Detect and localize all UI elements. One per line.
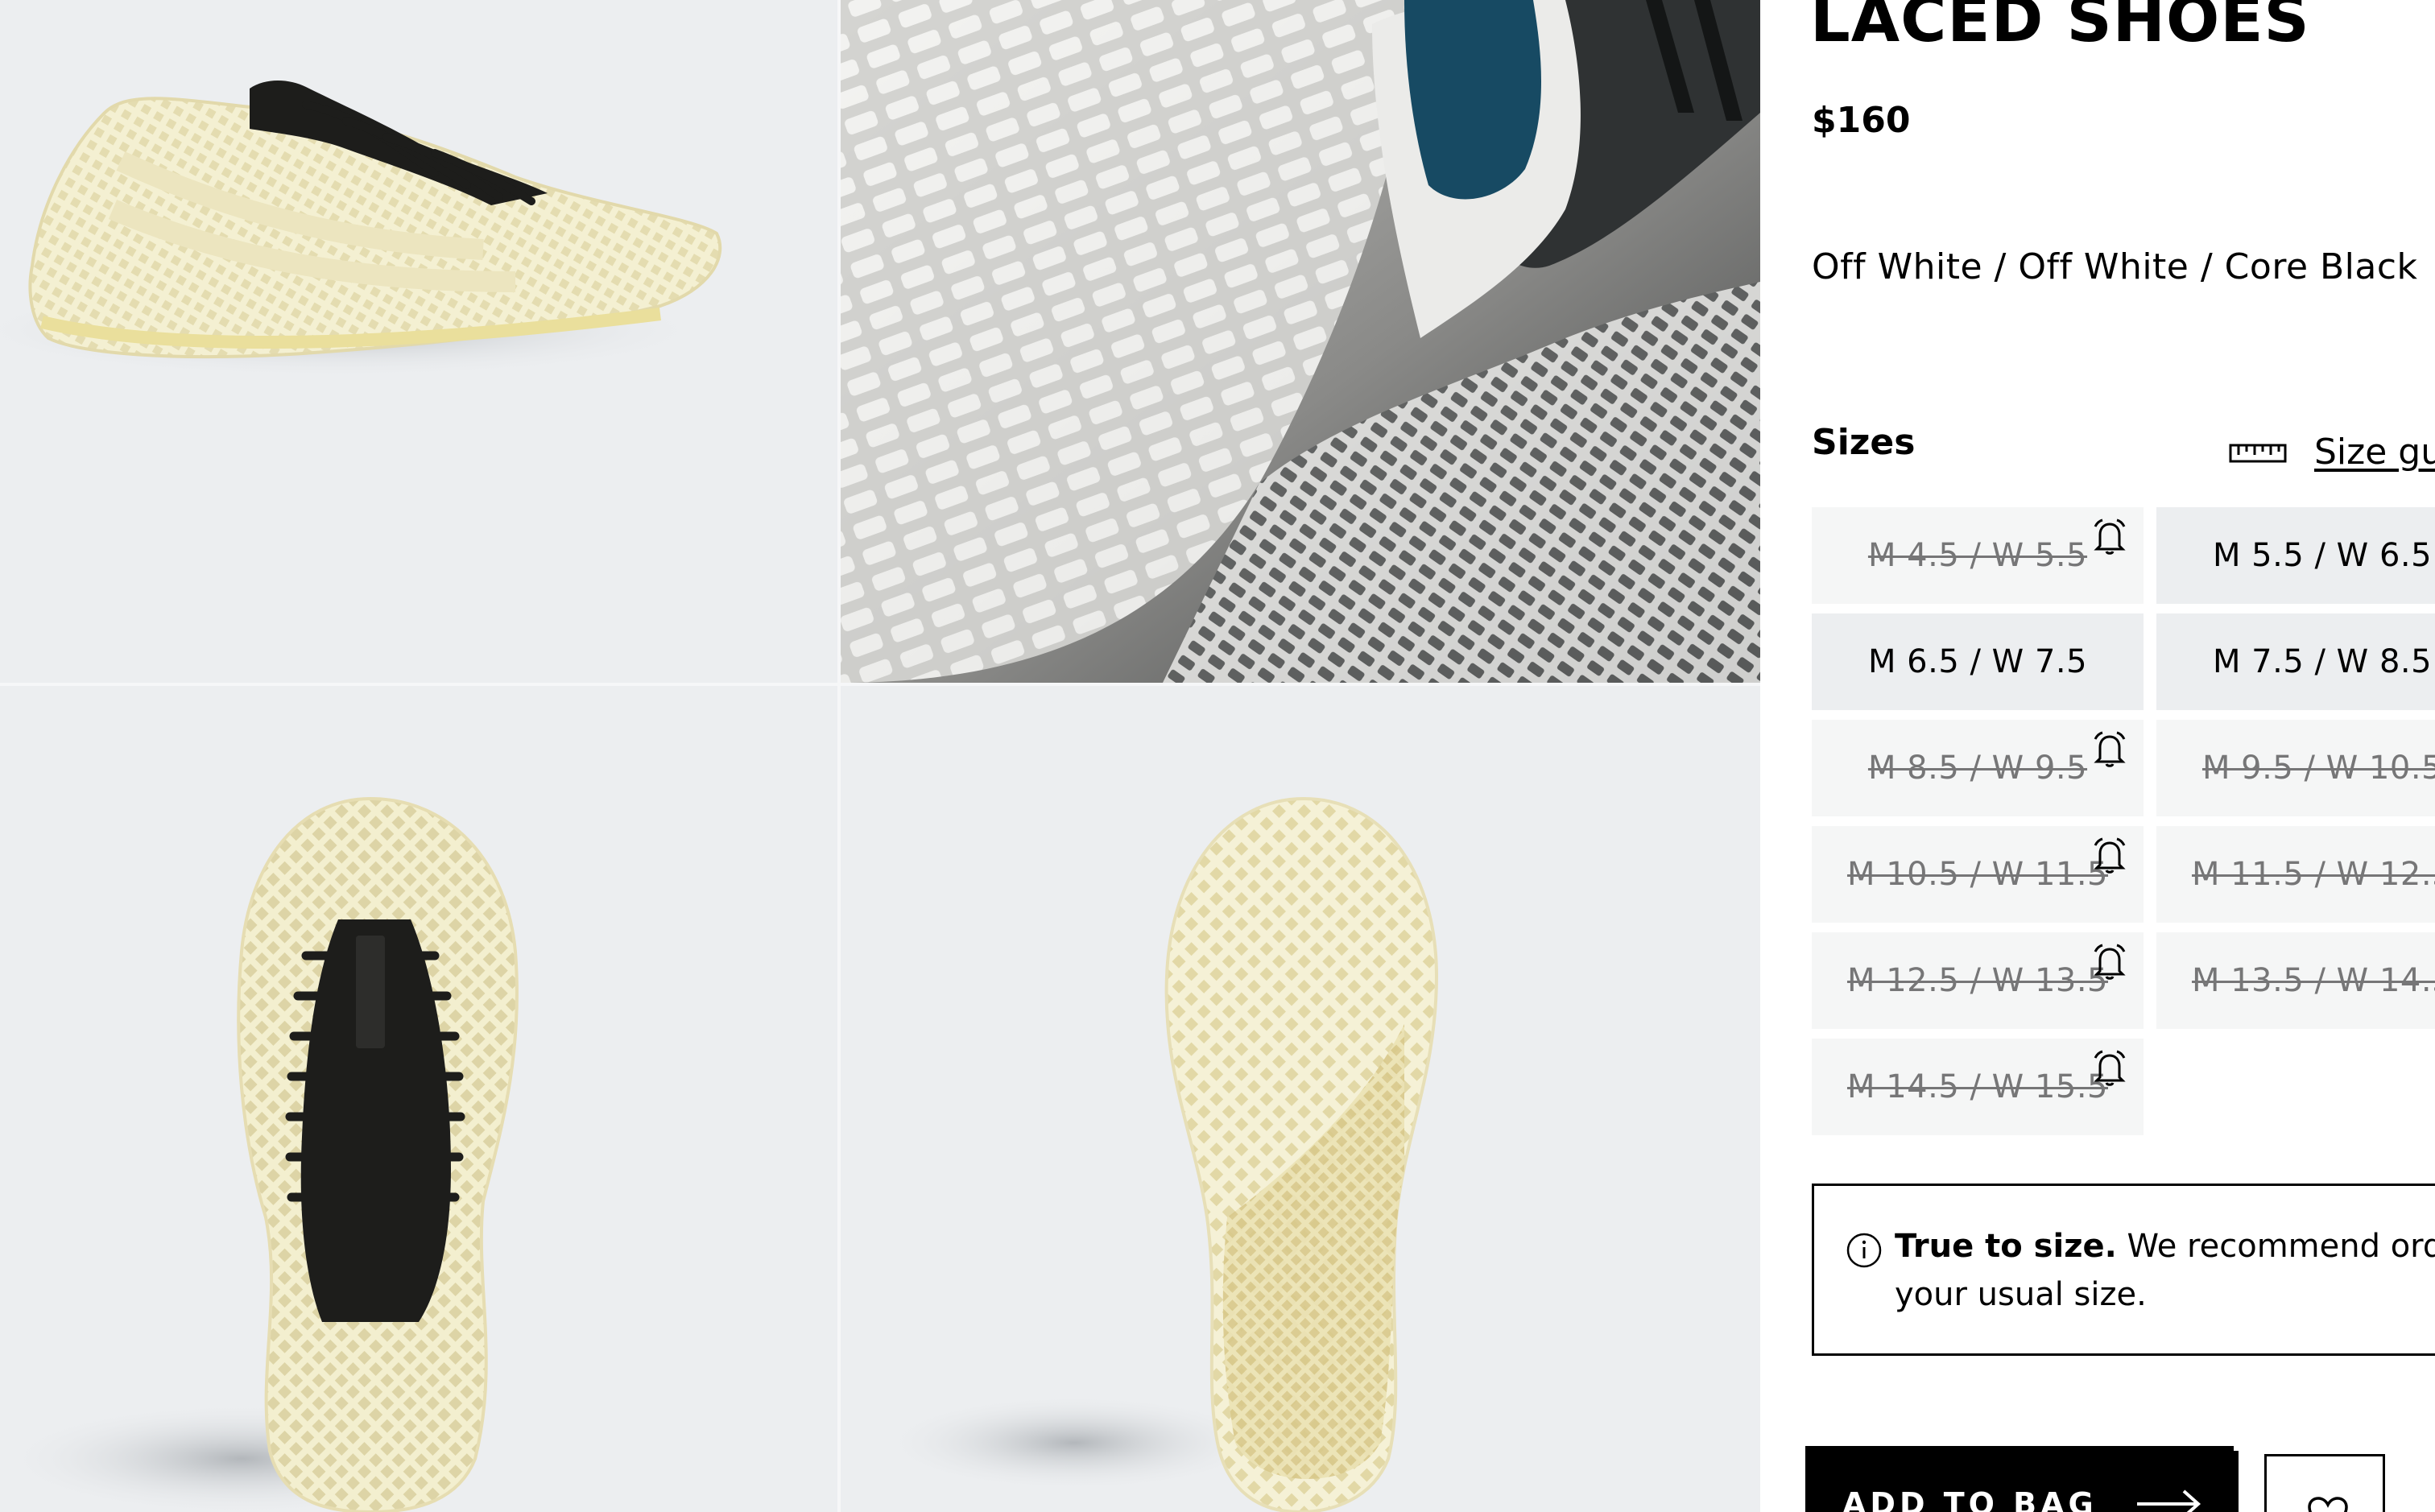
arrow-right-icon: [2137, 1489, 2201, 1512]
size-option-label: M 11.5 / W 12.5: [2191, 856, 2435, 893]
size-option-label: M 7.5 / W 8.5: [2212, 643, 2433, 680]
size-option-label: M 10.5 / W 11.5: [1846, 856, 2109, 893]
size-option-label: M 5.5 / W 6.5: [2212, 537, 2433, 574]
size-option[interactable]: M 9.5 / W 10.5: [2156, 720, 2435, 816]
ruler-icon: [2229, 444, 2287, 462]
size-option-label: M 13.5 / W 14.5: [2191, 962, 2435, 999]
size-option[interactable]: M 8.5 / W 9.5: [1812, 720, 2144, 816]
wishlist-button[interactable]: [2264, 1454, 2385, 1512]
gallery-image-side-view[interactable]: [0, 0, 837, 683]
sizes-heading: Sizes: [1812, 422, 1916, 463]
add-to-bag-label: ADD TO BAG: [1842, 1486, 2098, 1512]
info-icon: [1846, 1233, 1882, 1268]
size-option[interactable]: M 11.5 / W 12.5: [2156, 826, 2435, 923]
product-price: $160: [1812, 100, 1911, 141]
fit-note-bold: True to size.: [1895, 1228, 2117, 1265]
fit-note: True to size. We recommend orderin your …: [1812, 1184, 2435, 1356]
size-option-label: M 12.5 / W 13.5: [1846, 962, 2109, 999]
size-option[interactable]: M 7.5 / W 8.5: [2156, 613, 2435, 710]
shoe-side-image: [0, 81, 722, 378]
size-option[interactable]: M 13.5 / W 14.5: [2156, 932, 2435, 1029]
size-option-label: M 14.5 / W 15.5: [1846, 1068, 2109, 1105]
shoe-closeup-image: [841, 0, 1760, 683]
fit-note-line2: your usual size.: [1895, 1276, 2147, 1313]
gallery-image-sole-view[interactable]: [841, 686, 1760, 1512]
heart-icon: [2308, 1497, 2348, 1512]
bell-icon: [2094, 944, 2126, 980]
size-option[interactable]: M 10.5 / W 11.5: [1812, 826, 2144, 923]
fit-note-text: We recommend orderin: [2127, 1228, 2435, 1265]
size-guide-label: Size gu: [2314, 432, 2435, 473]
shoe-top-image: [0, 796, 519, 1512]
fit-note-line1: True to size. We recommend orderin: [1895, 1228, 2435, 1265]
gallery-image-detail-closeup[interactable]: [841, 0, 1760, 683]
bell-icon: [2094, 731, 2126, 767]
size-option-label: M 4.5 / W 5.5: [1867, 537, 2088, 574]
bell-icon: [2094, 518, 2126, 555]
size-option-label: M 9.5 / W 10.5: [2201, 750, 2435, 787]
size-option-label: M 6.5 / W 7.5: [1867, 643, 2088, 680]
add-to-bag-button[interactable]: ADD TO BAG: [1805, 1446, 2234, 1512]
gallery-image-top-view[interactable]: [0, 686, 837, 1512]
size-option[interactable]: M 5.5 / W 6.5: [2156, 507, 2435, 604]
size-option[interactable]: M 6.5 / W 7.5: [1812, 613, 2144, 710]
size-option[interactable]: M 14.5 / W 15.5: [1812, 1039, 2144, 1135]
product-color: Off White / Off White / Core Black: [1812, 246, 2418, 287]
bell-icon: [2094, 837, 2126, 874]
gallery-divider-vertical: [837, 0, 841, 1512]
size-guide-link[interactable]: Size gu: [2229, 432, 2435, 473]
size-option-label: M 8.5 / W 9.5: [1867, 750, 2088, 787]
size-option[interactable]: M 4.5 / W 5.5: [1812, 507, 2144, 604]
product-gallery: [0, 0, 1760, 1512]
gallery-divider-horizontal: [0, 683, 1760, 686]
size-option[interactable]: M 12.5 / W 13.5: [1812, 932, 2144, 1029]
shoe-sole-image: [881, 796, 1439, 1512]
product-title: LACED SHOES: [1810, 0, 2310, 56]
product-info-panel: LACED SHOES $160 Off White / Off White /…: [1760, 0, 2435, 1512]
bell-icon: [2094, 1050, 2126, 1086]
